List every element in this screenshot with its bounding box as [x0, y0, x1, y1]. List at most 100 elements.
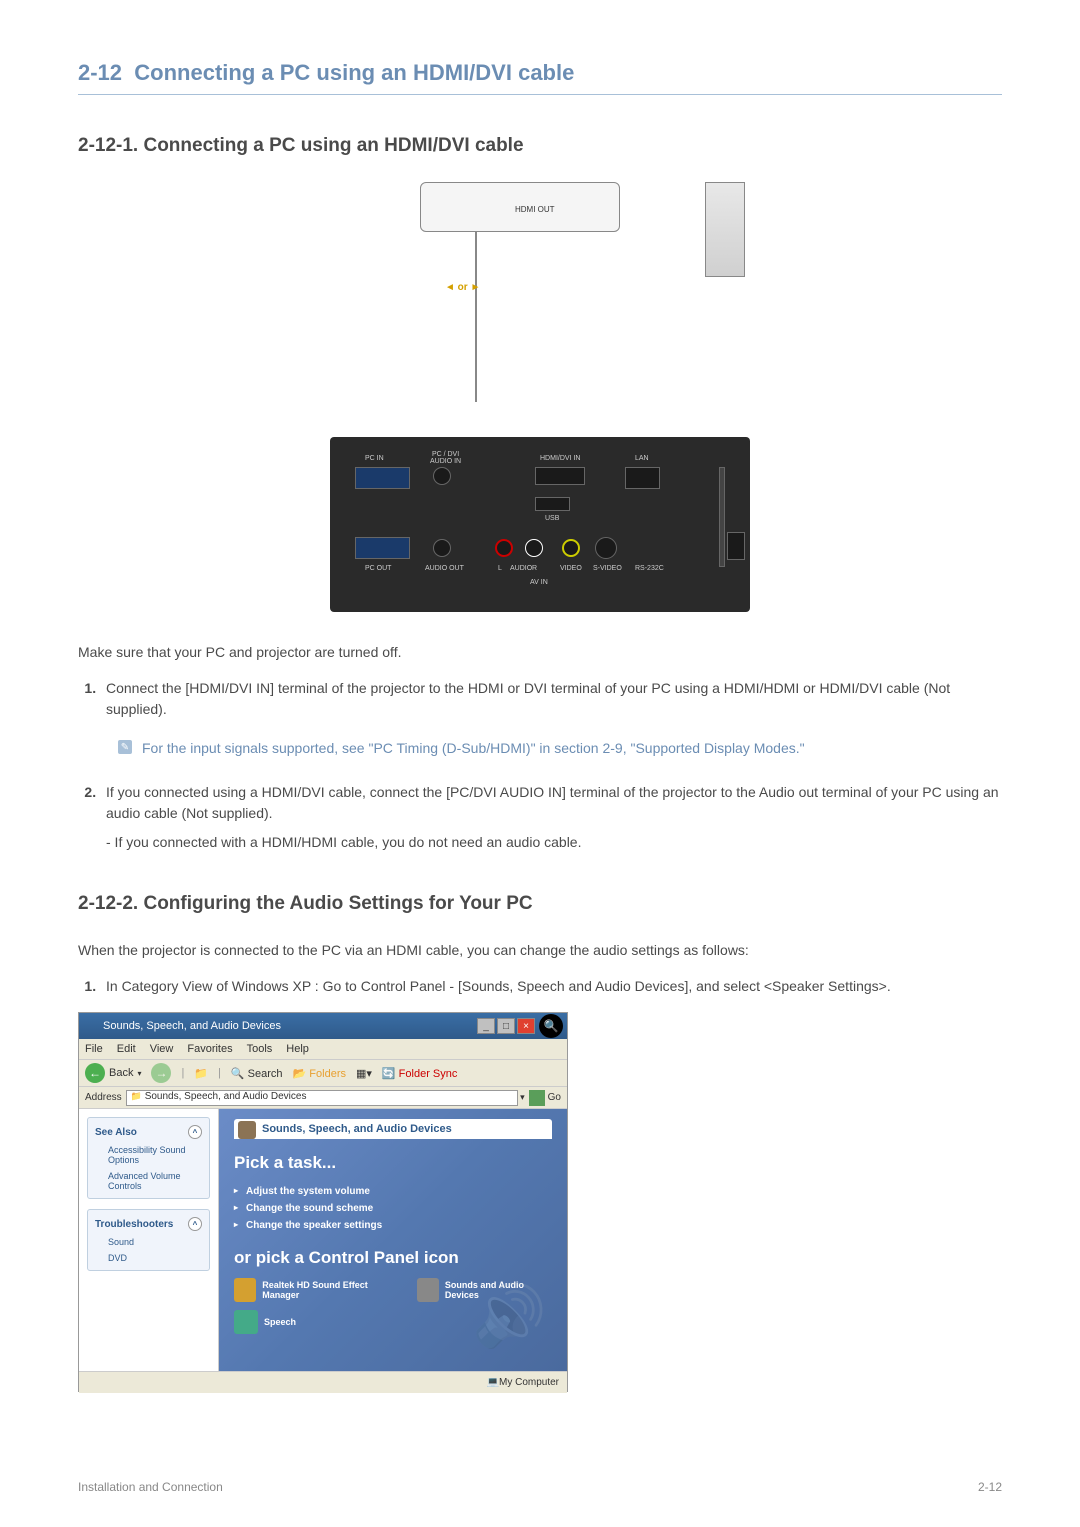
- page-footer: Installation and Connection 2-12: [78, 1472, 1002, 1494]
- speech-icon-img: [234, 1310, 258, 1334]
- sidebar-accessibility[interactable]: Accessibility Sound Options: [92, 1142, 205, 1168]
- footer-right: 2-12: [978, 1480, 1002, 1494]
- step-2-sub: - If you connected with a HDMI/HDMI cabl…: [106, 832, 1002, 853]
- back-label: Back: [109, 1067, 133, 1079]
- hdmi-out-label: HDMI OUT: [515, 205, 555, 214]
- audio-out-label: AUDIO OUT: [425, 565, 464, 572]
- subsection-1-number: 2-12-1.: [78, 135, 138, 156]
- sidebar-advanced-volume[interactable]: Advanced Volume Controls: [92, 1168, 205, 1194]
- hdmi-dvi-in-port: [535, 467, 585, 485]
- speech-icon[interactable]: Speech: [234, 1310, 296, 1334]
- lan-label: LAN: [635, 455, 649, 462]
- pc-dvi-audio-in-port: [433, 467, 451, 485]
- speaker-icon: [238, 1121, 256, 1139]
- search-circle-icon[interactable]: 🔍: [539, 1014, 563, 1038]
- window-title: Sounds, Speech, and Audio Devices: [83, 1020, 281, 1032]
- note-box: ✎ For the input signals supported, see "…: [106, 730, 1002, 767]
- go-label: Go: [548, 1092, 561, 1103]
- window-controls: _ □ ×: [477, 1018, 535, 1034]
- address-bar: Address 📁 Sounds, Speech, and Audio Devi…: [79, 1087, 567, 1109]
- panel-header-text: Sounds, Speech, and Audio Devices: [262, 1123, 452, 1135]
- address-dropdown[interactable]: ▾: [520, 1092, 525, 1103]
- go-button[interactable]: [529, 1090, 545, 1106]
- section-header: 2-12 Connecting a PC using an HDMI/DVI c…: [78, 60, 1002, 95]
- subsection-2-header: 2-12-2. Configuring the Audio Settings f…: [78, 893, 1002, 915]
- see-also-header: See Also ^: [92, 1122, 205, 1142]
- task-change-speaker[interactable]: Change the speaker settings: [234, 1217, 552, 1234]
- windows-xp-screenshot: Sounds, Speech, and Audio Devices _ □ × …: [78, 1012, 568, 1392]
- cable-line-graphic: [475, 232, 477, 402]
- folder-sync-button[interactable]: 🔄 Folder Sync: [382, 1067, 457, 1080]
- pc-dvi-audio-in-label: PC / DVI AUDIO IN: [430, 451, 461, 465]
- realtek-icon[interactable]: Realtek HD Sound Effect Manager: [234, 1278, 397, 1302]
- connection-diagram: HDMI OUT ◄ or ► PC IN PC / DVI AUDIO IN …: [78, 182, 1002, 612]
- back-button[interactable]: ← Back ▾: [85, 1063, 141, 1083]
- menu-view[interactable]: View: [150, 1043, 174, 1055]
- views-button[interactable]: ▦▾: [356, 1067, 372, 1080]
- projector-rear-panel: PC IN PC / DVI AUDIO IN HDMI/DVI IN LAN …: [330, 437, 750, 612]
- menu-tools[interactable]: Tools: [247, 1043, 273, 1055]
- watermark-icon: 🔊: [472, 1280, 547, 1351]
- step-1: Connect the [HDMI/DVI IN] terminal of th…: [100, 678, 1002, 767]
- steps-list-1: Connect the [HDMI/DVI IN] terminal of th…: [100, 678, 1002, 853]
- task-change-scheme[interactable]: Change the sound scheme: [234, 1200, 552, 1217]
- panel-header: Sounds, Speech, and Audio Devices: [234, 1119, 552, 1139]
- audio-l-port: [495, 539, 513, 557]
- pc-out-label: PC OUT: [365, 565, 391, 572]
- steps-list-2: In Category View of Windows XP : Go to C…: [100, 976, 1002, 997]
- subsection-2-title: Configuring the Audio Settings for Your …: [143, 893, 532, 914]
- video-label: VIDEO: [560, 565, 582, 572]
- section2-step-1-text: In Category View of Windows XP : Go to C…: [106, 978, 891, 994]
- speech-label: Speech: [264, 1317, 296, 1327]
- section2-step-1: In Category View of Windows XP : Go to C…: [100, 976, 1002, 997]
- video-port: [562, 539, 580, 557]
- sidebar-dvd[interactable]: DVD: [92, 1250, 205, 1266]
- maximize-button[interactable]: □: [497, 1018, 515, 1034]
- sidebar-see-also: See Also ^ Accessibility Sound Options A…: [87, 1117, 210, 1199]
- note-icon: ✎: [118, 740, 132, 754]
- address-input[interactable]: 📁 Sounds, Speech, and Audio Devices: [126, 1090, 518, 1106]
- main-panel: Sounds, Speech, and Audio Devices Pick a…: [219, 1109, 567, 1371]
- minimize-button[interactable]: _: [477, 1018, 495, 1034]
- intro-text: Make sure that your PC and projector are…: [78, 642, 1002, 663]
- forward-button[interactable]: →: [151, 1063, 171, 1083]
- s-video-port: [595, 537, 617, 559]
- av-in-label: AV IN: [530, 579, 548, 586]
- menu-favorites[interactable]: Favorites: [187, 1043, 232, 1055]
- collapse-troubleshooters[interactable]: ^: [188, 1217, 202, 1231]
- rs232c-label: RS-232C: [635, 565, 664, 572]
- statusbar-icon: 💻: [487, 1377, 499, 1388]
- realtek-label: Realtek HD Sound Effect Manager: [262, 1280, 396, 1300]
- sidebar: See Also ^ Accessibility Sound Options A…: [79, 1109, 219, 1371]
- pick-task-title: Pick a task...: [234, 1153, 552, 1173]
- section-title: Connecting a PC using an HDMI/DVI cable: [134, 60, 574, 85]
- up-icon[interactable]: 📁: [194, 1067, 208, 1080]
- toolbar: ← Back ▾ → | 📁 | 🔍 Search 📂 Folders ▦▾ 🔄…: [79, 1059, 567, 1087]
- menu-file[interactable]: File: [85, 1043, 103, 1055]
- subsection-1-header: 2-12-1. Connecting a PC using an HDMI/DV…: [78, 135, 1002, 157]
- subsection-2-number: 2-12-2.: [78, 893, 138, 914]
- close-button[interactable]: ×: [517, 1018, 535, 1034]
- menu-edit[interactable]: Edit: [117, 1043, 136, 1055]
- footer-left: Installation and Connection: [78, 1480, 223, 1494]
- menu-help[interactable]: Help: [286, 1043, 309, 1055]
- pc-in-label: PC IN: [365, 455, 384, 462]
- computer-graphic: [705, 182, 745, 277]
- note-text: For the input signals supported, see "PC…: [142, 738, 805, 759]
- power-port: [727, 532, 745, 560]
- menubar: File Edit View Favorites Tools Help: [79, 1039, 567, 1059]
- collapse-see-also[interactable]: ^: [188, 1125, 202, 1139]
- folders-button[interactable]: 📂 Folders: [293, 1067, 346, 1080]
- task-adjust-volume[interactable]: Adjust the system volume: [234, 1183, 552, 1200]
- search-button[interactable]: 🔍 Search: [231, 1067, 283, 1080]
- statusbar: 💻 My Computer: [79, 1371, 567, 1393]
- section-number: 2-12: [78, 60, 122, 85]
- audio-label: AUDIO: [510, 565, 532, 572]
- subsection-1-title: Connecting a PC using an HDMI/DVI cable: [143, 135, 523, 156]
- or-label: ◄ or ►: [445, 282, 480, 293]
- step-1-text: Connect the [HDMI/DVI IN] terminal of th…: [106, 680, 950, 717]
- realtek-icon-img: [234, 1278, 256, 1302]
- audio-r-label: R: [532, 565, 537, 572]
- usb-label: USB: [545, 515, 559, 522]
- sidebar-sound[interactable]: Sound: [92, 1234, 205, 1250]
